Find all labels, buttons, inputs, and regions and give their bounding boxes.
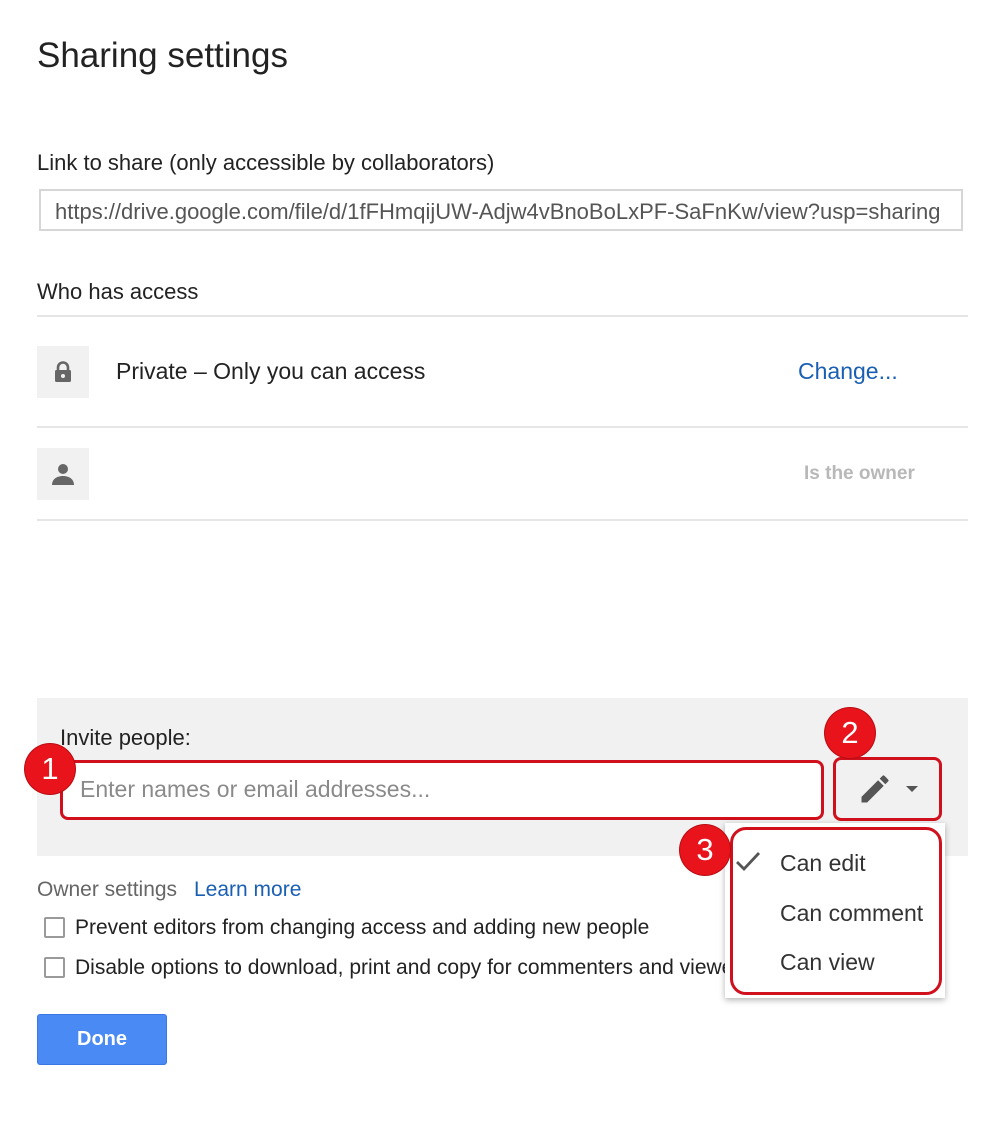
invite-people-label: Invite people: [60,725,191,750]
person-icon-box [37,448,89,500]
change-access-link[interactable]: Change... [798,358,898,385]
learn-more-link[interactable]: Learn more [194,878,301,902]
access-level-text: Private – Only you can access [116,358,426,384]
callout-badge-1: 1 [25,744,75,794]
disable-options-label: Disable options to download, print and c… [75,956,725,979]
divider [37,519,968,521]
owner-settings-label: Owner settings [37,878,178,901]
divider [37,315,968,317]
dialog-title: Sharing settings [37,36,288,75]
share-link-url[interactable]: https://drive.google.com/file/d/1fFHmqij… [55,199,940,225]
owner-role-text: Is the owner [804,463,915,484]
callout-highlight-menu [730,827,942,995]
pencil-icon [861,775,889,803]
link-to-share-label: Link to share (only accessible by collab… [37,150,495,175]
share-link-field[interactable]: https://drive.google.com/file/d/1fFHmqij… [39,189,963,231]
lock-icon-box [37,346,89,398]
invite-input-wrapper[interactable] [60,760,824,820]
done-button[interactable]: Done [37,1014,167,1065]
callout-badge-3: 3 [680,825,730,875]
caret-down-icon [905,786,918,792]
permission-dropdown-button[interactable] [833,757,942,821]
prevent-editors-label: Prevent editors from changing access and… [75,916,650,939]
disable-options-checkbox[interactable] [44,957,65,978]
invite-names-input[interactable] [78,763,802,815]
prevent-editors-checkbox[interactable] [44,917,65,938]
callout-badge-2: 2 [825,708,875,758]
divider [37,426,968,428]
person-icon [52,464,74,485]
lock-icon [55,361,71,382]
who-has-access-label: Who has access [37,279,199,304]
disable-options-row: Disable options to download, print and c… [44,955,725,989]
